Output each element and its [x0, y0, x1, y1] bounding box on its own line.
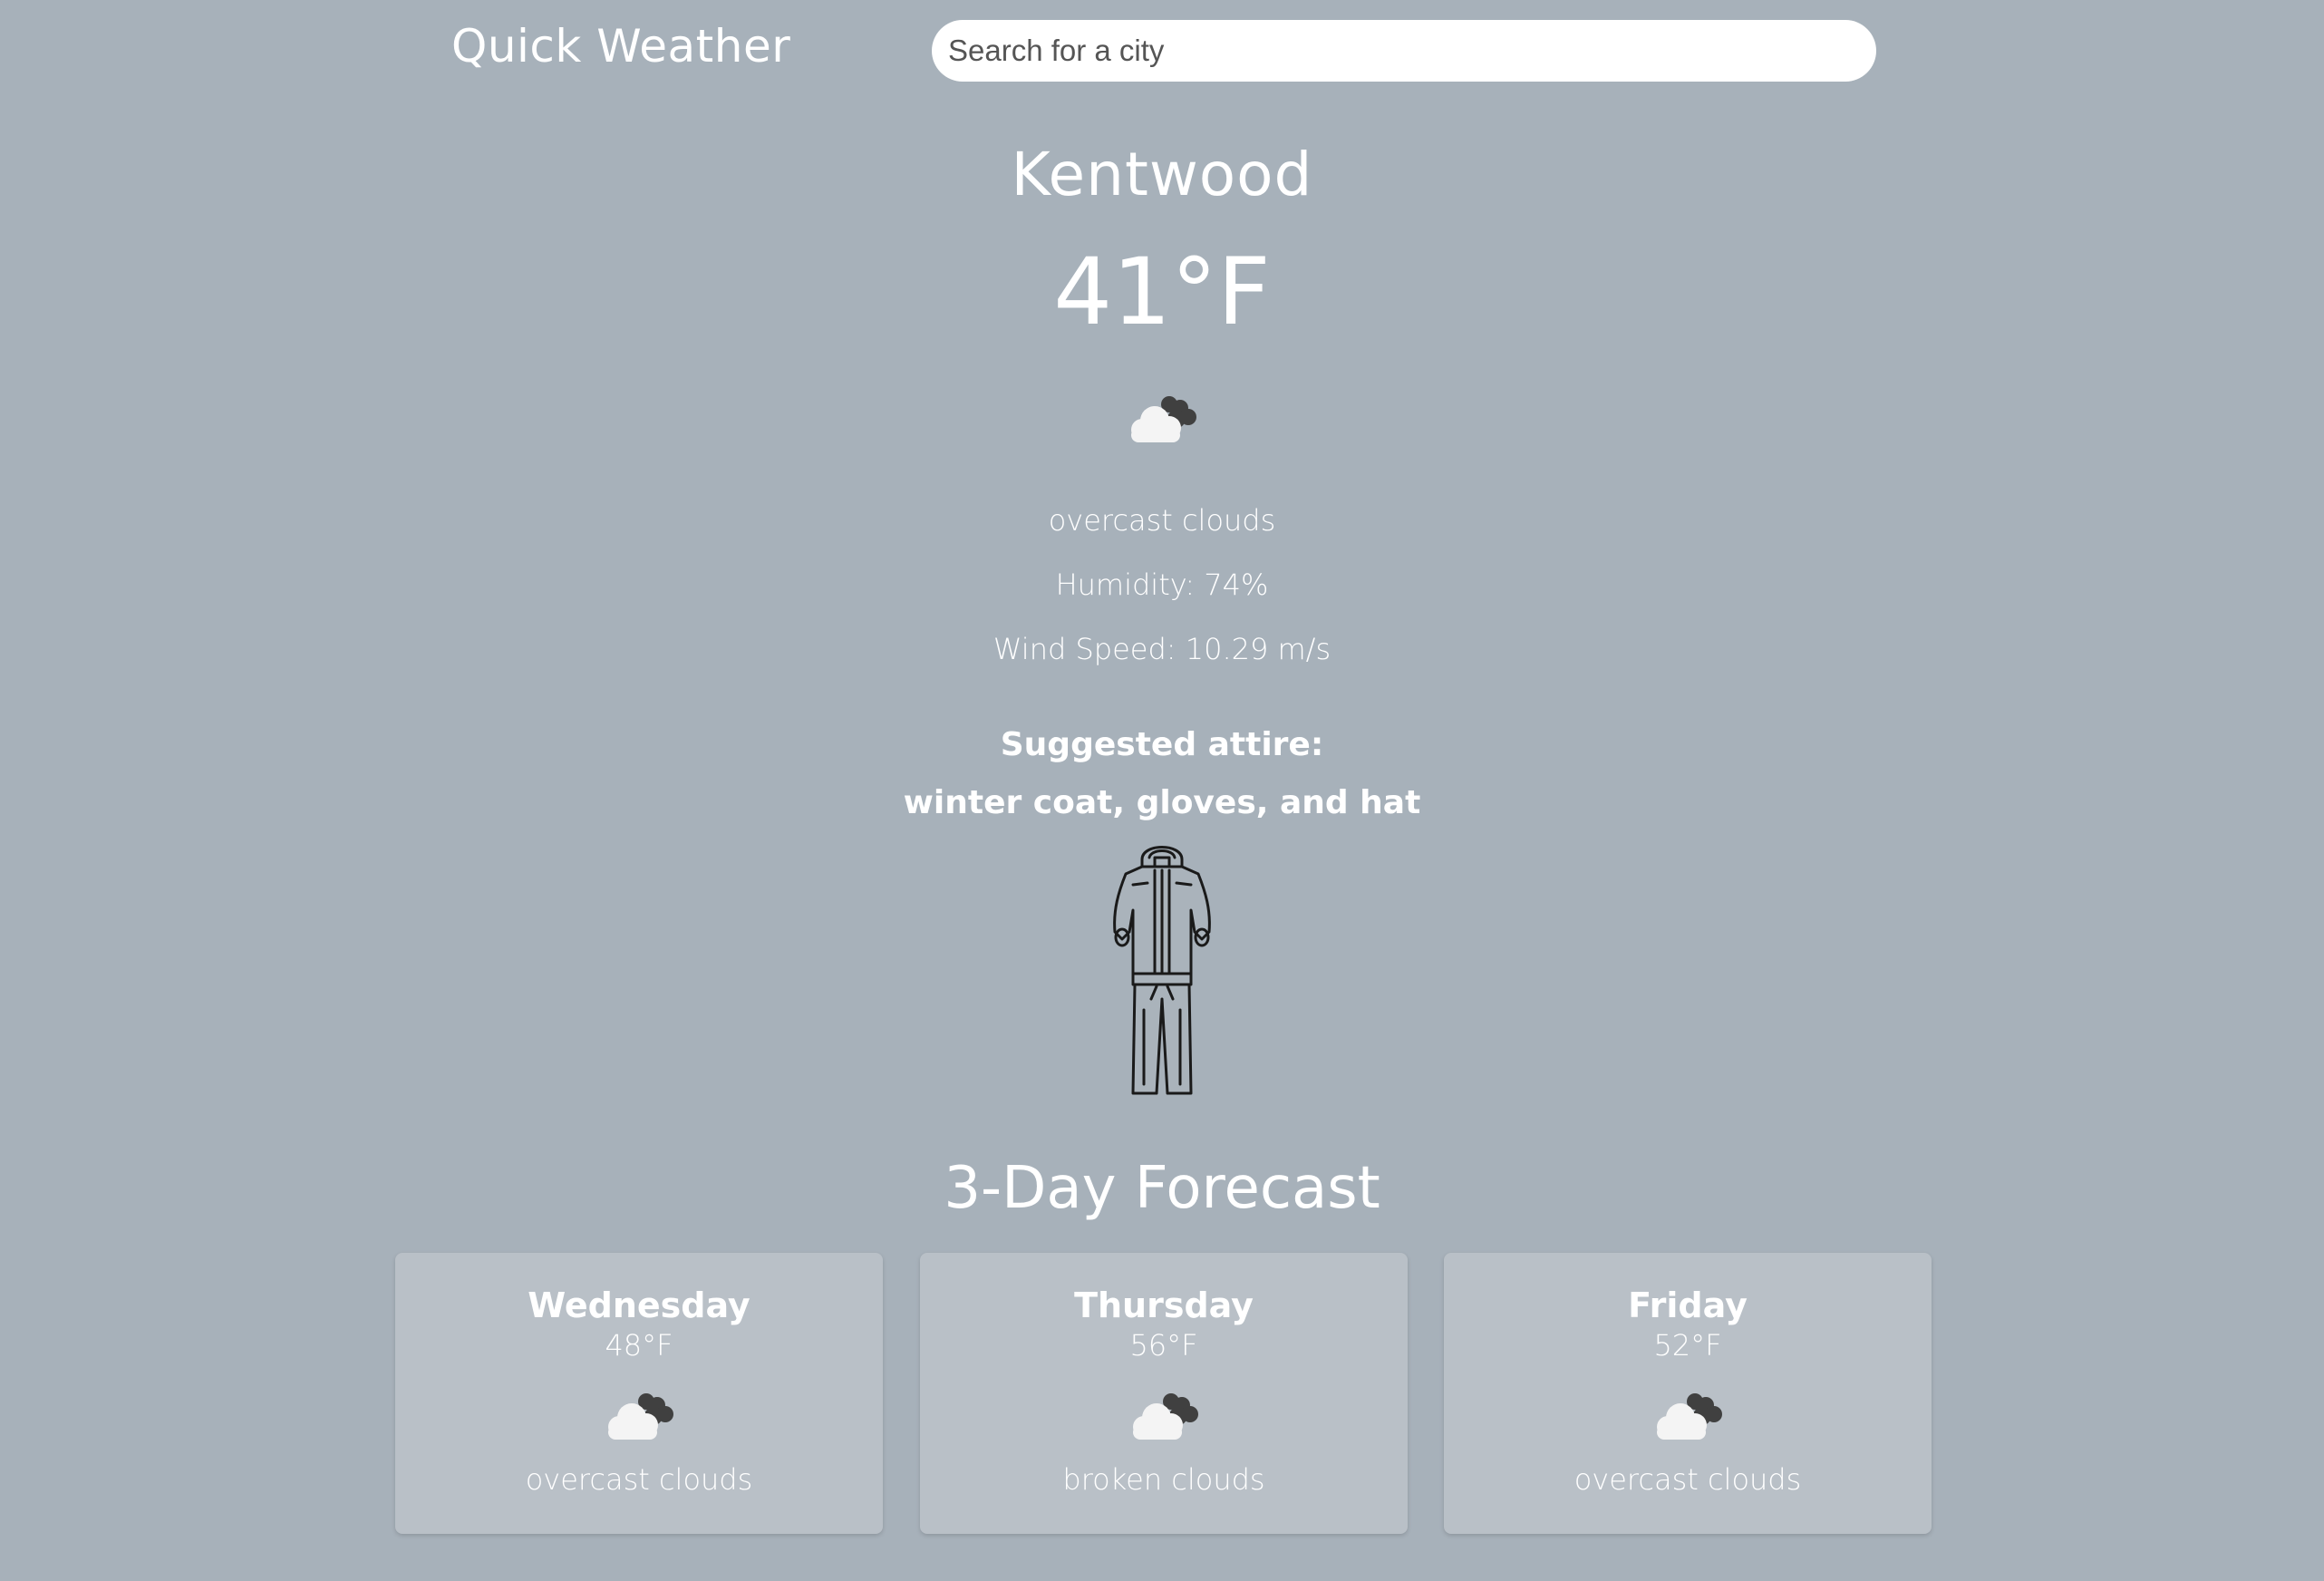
attire-text: winter coat, gloves, and hat [903, 784, 1421, 821]
search-input[interactable] [932, 20, 1876, 82]
overcast-clouds-icon [1124, 390, 1200, 444]
forecast-card-wednesday: Wednesday 48°F overcast clouds [395, 1253, 883, 1534]
forecast-description: overcast clouds [525, 1462, 753, 1497]
forecast-temp: 52°F [1653, 1328, 1722, 1363]
overcast-clouds-icon [1650, 1387, 1726, 1441]
app-title: Quick Weather [451, 20, 791, 73]
forecast-description: broken clouds [1062, 1462, 1265, 1497]
wind-speed: Wind Speed: 10.29 m/s [993, 632, 1331, 666]
forecast-temp: 56°F [1129, 1328, 1198, 1363]
forecast-temp: 48°F [605, 1328, 673, 1363]
overcast-clouds-icon [601, 1387, 677, 1441]
city-name: Kentwood [1011, 140, 1313, 209]
forecast-card-friday: Friday 52°F overcast clouds [1444, 1253, 1932, 1534]
weather-description: overcast clouds [1048, 503, 1276, 538]
attire-heading: Suggested attire: [1000, 726, 1324, 763]
forecast-description: overcast clouds [1574, 1462, 1802, 1497]
current-temperature: 41°F [1053, 238, 1271, 346]
broken-clouds-icon [1126, 1387, 1202, 1441]
forecast-card-thursday: Thursday 56°F broken clouds [920, 1253, 1408, 1534]
forecast-day: Wednesday [528, 1285, 750, 1325]
forecast-day: Friday [1628, 1285, 1748, 1325]
winter-outfit-icon [1113, 846, 1211, 1095]
forecast-day: Thursday [1074, 1285, 1254, 1325]
humidity: Humidity: 74% [1055, 567, 1269, 602]
forecast-heading: 3-Day Forecast [944, 1155, 1380, 1222]
